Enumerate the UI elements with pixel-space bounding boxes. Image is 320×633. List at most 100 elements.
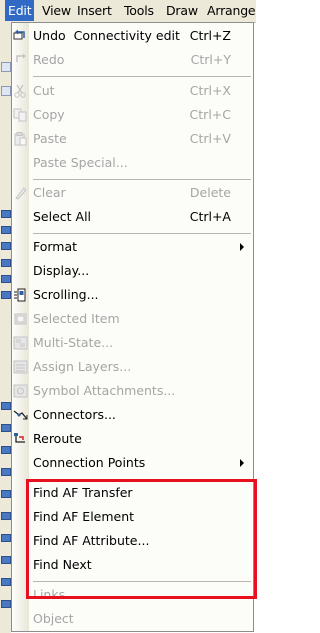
menu-item-label: Paste [33, 131, 67, 146]
menu-arrange[interactable]: Arrange [204, 0, 258, 21]
menu-item-label: Symbol Attachments... [33, 383, 176, 398]
paste-icon [13, 132, 28, 146]
background-tree-mark [1, 424, 11, 432]
submenu-arrow-icon [240, 459, 244, 467]
menu-item-clear[interactable]: Clear Delete [12, 181, 253, 205]
menu-item-assign-layers[interactable]: Assign Layers... [12, 355, 253, 379]
background-tree-mark [1, 259, 11, 267]
menu-item-label: Find AF Element [33, 509, 135, 524]
selected-item-icon [13, 312, 28, 326]
menu-separator [33, 179, 251, 180]
menu-edit[interactable]: Edit [5, 0, 35, 21]
background-tree-mark [1, 578, 11, 586]
cut-icon [13, 84, 28, 98]
menu-item-label: Object [33, 611, 74, 626]
menu-item-label: Scrolling... [33, 287, 99, 302]
menu-separator [33, 581, 251, 582]
menu-item-paste[interactable]: Paste Ctrl+V [12, 127, 253, 151]
menu-item-label: Reroute [33, 431, 82, 446]
background-toolbar-mark [1, 62, 11, 72]
menu-draw[interactable]: Draw [163, 0, 201, 21]
background-tree-mark [1, 512, 11, 520]
menu-insert[interactable]: Insert [74, 0, 115, 21]
menu-item-select-all[interactable]: Select All Ctrl+A [12, 205, 253, 229]
background-toolbar-mark [1, 86, 11, 96]
assign-layers-icon [13, 360, 28, 374]
connectors-icon [13, 408, 28, 422]
background-tree-mark [1, 242, 11, 250]
background-tree-mark [1, 402, 11, 410]
menu-item-find-af-element[interactable]: Find AF Element [12, 505, 253, 529]
menu-item-connectors[interactable]: Connectors... [12, 403, 253, 427]
copy-icon [13, 108, 28, 122]
menu-item-label: Find AF Transfer [33, 485, 133, 500]
background-tree-mark [1, 490, 11, 498]
menu-item-scrolling[interactable]: Scrolling... [12, 283, 253, 307]
symbol-attachments-icon [13, 384, 28, 398]
menu-item-label: Undo Connectivity edit [33, 28, 180, 43]
menu-item-shortcut: Ctrl+V [189, 131, 231, 146]
menu-item-symbol-attachments[interactable]: Symbol Attachments... [12, 379, 253, 403]
background-tree-mark [1, 275, 11, 283]
menu-item-shortcut: Ctrl+C [189, 107, 231, 122]
menu-item-display[interactable]: Display... [12, 259, 253, 283]
menu-item-connection-points[interactable]: Connection Points [12, 451, 253, 475]
menu-item-label: Format [33, 239, 78, 254]
menu-item-shortcut: Ctrl+A [189, 209, 231, 224]
redo-icon [13, 53, 28, 67]
menu-item-label: Selected Item [33, 311, 120, 326]
menu-item-multi-state[interactable]: Multi-State... [12, 331, 253, 355]
menu-item-label: Redo [33, 52, 65, 67]
menu-item-label: Links... [33, 587, 78, 602]
background-window-edge [0, 22, 11, 633]
menu-item-links[interactable]: Links... [12, 583, 253, 607]
menu-item-label: Find AF Attribute... [33, 533, 150, 548]
menu-item-paste-special[interactable]: Paste Special... [12, 151, 253, 175]
clear-icon [13, 186, 28, 200]
background-tree-mark [1, 226, 11, 234]
menu-item-label: Find Next [33, 557, 92, 572]
menu-item-label: Clear [33, 185, 66, 200]
menu-item-shortcut: Ctrl+Y [190, 52, 231, 67]
background-tree-mark [1, 291, 11, 299]
background-tree-mark [1, 534, 11, 542]
menu-item-undo[interactable]: Undo Connectivity edit Ctrl+Z [12, 24, 253, 48]
scrolling-icon [13, 288, 28, 302]
edit-dropdown-menu: Undo Connectivity edit Ctrl+Z Redo Ctrl+… [11, 22, 257, 632]
menu-item-label: Select All [33, 209, 92, 224]
menu-view[interactable]: View [39, 0, 74, 21]
menu-bar: Edit View Insert Tools Draw Arrange [0, 0, 256, 23]
menu-item-format[interactable]: Format [12, 235, 253, 259]
menu-item-shortcut: Delete [189, 185, 231, 200]
reroute-icon [13, 432, 28, 446]
menu-item-label: Multi-State... [33, 335, 114, 350]
menu-item-reroute[interactable]: Reroute [12, 427, 253, 451]
menu-item-cut[interactable]: Cut Ctrl+X [12, 79, 253, 103]
menu-item-label: Display... [33, 263, 90, 278]
menu-separator [33, 76, 251, 77]
menu-item-find-af-attribute[interactable]: Find AF Attribute... [12, 529, 253, 553]
background-tree-mark [1, 556, 11, 564]
background-tree-mark [1, 210, 11, 218]
menu-item-find-next[interactable]: Find Next [12, 553, 253, 577]
multi-state-icon [13, 336, 28, 350]
menu-item-shortcut: Ctrl+X [189, 83, 231, 98]
menu-tools[interactable]: Tools [121, 0, 157, 21]
background-tree-mark [1, 446, 11, 454]
menu-item-copy[interactable]: Copy Ctrl+C [12, 103, 253, 127]
menu-item-shortcut: Ctrl+Z [189, 28, 231, 43]
menu-item-label: Copy [33, 107, 65, 122]
menu-separator [33, 233, 251, 234]
background-tree-mark [1, 600, 11, 608]
menu-item-redo[interactable]: Redo Ctrl+Y [12, 48, 253, 72]
menu-item-label: Assign Layers... [33, 359, 132, 374]
menu-item-label: Connection Points [33, 455, 146, 470]
menu-separator [33, 479, 251, 480]
menu-item-find-af-transfer[interactable]: Find AF Transfer [12, 481, 253, 505]
menu-item-label: Connectors... [33, 407, 116, 422]
menu-item-label: Cut [33, 83, 55, 98]
menu-item-selected-item[interactable]: Selected Item [12, 307, 253, 331]
menu-item-object[interactable]: Object [12, 607, 253, 631]
menu-item-label: Paste Special... [33, 155, 128, 170]
undo-icon [13, 29, 28, 43]
